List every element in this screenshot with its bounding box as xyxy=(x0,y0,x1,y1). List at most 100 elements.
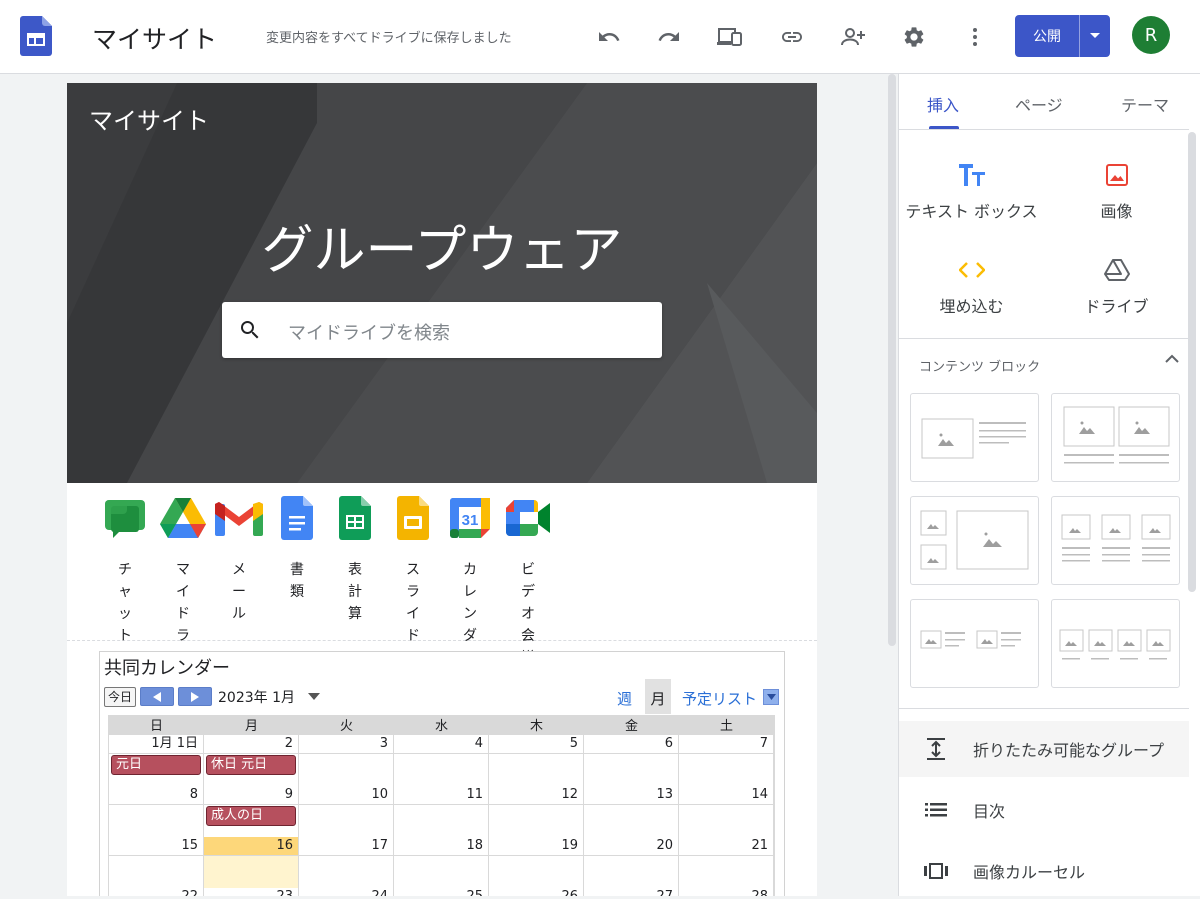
chevron-up-icon[interactable] xyxy=(1165,354,1179,363)
calendar-day-number[interactable]: 8 xyxy=(109,786,203,804)
month-dropdown-icon[interactable] xyxy=(308,693,320,700)
insert-image-carousel[interactable]: 画像カルーセル xyxy=(899,843,1189,899)
content-block-tile[interactable] xyxy=(910,599,1039,688)
preview-button[interactable] xyxy=(710,17,750,57)
calendar-month-tab[interactable]: 月 xyxy=(645,679,671,714)
calendar-day-number[interactable]: 22 xyxy=(109,888,203,896)
calendar-day-cell[interactable] xyxy=(489,754,583,786)
calendar-day-number[interactable]: 2 xyxy=(204,735,298,753)
app-slides[interactable]: スライド xyxy=(384,495,442,647)
calendar-day-number[interactable]: 11 xyxy=(394,786,488,804)
calendar-day-number[interactable]: 18 xyxy=(394,837,488,855)
calendar-next-button[interactable] xyxy=(178,687,212,706)
calendar-prev-button[interactable] xyxy=(140,687,174,706)
insert-drive[interactable]: ドライブ xyxy=(1044,255,1189,317)
calendar-day-number[interactable]: 3 xyxy=(299,735,393,753)
calendar-day-number[interactable]: 7 xyxy=(679,735,773,753)
avatar[interactable]: R xyxy=(1132,16,1170,54)
content-block-tile[interactable] xyxy=(1051,496,1180,585)
calendar-day-number[interactable]: 9 xyxy=(204,786,298,804)
drive-search-box[interactable]: マイドライブを検索 xyxy=(222,302,662,358)
calendar-day-cell[interactable] xyxy=(679,754,773,786)
calendar-day-cell[interactable] xyxy=(394,856,488,888)
calendar-event[interactable]: 元日 xyxy=(111,755,201,775)
calendar-day-cell[interactable] xyxy=(489,856,583,888)
app-chat[interactable]: チャット xyxy=(96,495,154,647)
app-docs[interactable]: 書類 xyxy=(268,495,326,603)
publish-button[interactable]: 公開 xyxy=(1015,15,1080,57)
calendar-day-number[interactable]: 17 xyxy=(299,837,393,855)
calendar-day-number[interactable]: 27 xyxy=(584,888,678,896)
calendar-day-number[interactable]: 1月 1日 xyxy=(109,735,203,753)
calendar-day-cell[interactable] xyxy=(679,805,773,837)
redo-button[interactable] xyxy=(649,17,689,57)
calendar-day-cell[interactable] xyxy=(394,805,488,837)
settings-button[interactable] xyxy=(894,17,934,57)
calendar-day-number[interactable]: 15 xyxy=(109,837,203,855)
google-sites-logo-icon[interactable] xyxy=(20,16,52,56)
tab-themes[interactable]: テーマ xyxy=(1121,92,1169,116)
content-block-tile[interactable] xyxy=(910,393,1039,482)
calendar-day-number[interactable]: 16 xyxy=(204,837,298,855)
calendar-day-number[interactable]: 19 xyxy=(489,837,583,855)
calendar-day-number[interactable]: 25 xyxy=(394,888,488,896)
calendar-event[interactable]: 成人の日 xyxy=(206,806,296,826)
calendar-day-number[interactable]: 10 xyxy=(299,786,393,804)
calendar-day-cell[interactable] xyxy=(299,754,393,786)
site-title[interactable]: マイサイト xyxy=(92,20,217,56)
undo-button[interactable] xyxy=(589,17,629,57)
tab-insert[interactable]: 挿入 xyxy=(927,92,959,116)
canvas-scrollbar[interactable] xyxy=(887,74,897,896)
calendar-day-number[interactable]: 20 xyxy=(584,837,678,855)
page-title[interactable]: グループウェア xyxy=(67,208,817,283)
calendar-week-tab[interactable]: 週 xyxy=(617,688,632,709)
calendar-day-number[interactable]: 24 xyxy=(299,888,393,896)
canvas-scrollbar-thumb[interactable] xyxy=(888,74,896,646)
content-block-tile[interactable] xyxy=(1051,599,1180,688)
calendar-day-cell[interactable] xyxy=(584,754,678,786)
insert-embed[interactable]: 埋め込む xyxy=(899,255,1044,317)
share-button[interactable] xyxy=(833,17,873,57)
calendar-day-cell[interactable] xyxy=(584,805,678,837)
calendar-day-number[interactable]: 14 xyxy=(679,786,773,804)
calendar-day-cell[interactable] xyxy=(489,805,583,837)
calendar-day-cell[interactable] xyxy=(679,856,773,888)
shared-calendar-embed[interactable]: 共同カレンダー 今日 2023年 1月 週 月 予定リスト 日月火水木金土 1月 … xyxy=(99,651,785,896)
calendar-day-cell[interactable] xyxy=(204,856,298,888)
insert-collapsible-group[interactable]: 折りたたみ可能なグループ xyxy=(899,721,1189,777)
hero-header[interactable]: マイサイト グループウェア マイドライブを検索 xyxy=(67,83,817,483)
calendar-today-button[interactable]: 今日 xyxy=(104,687,136,707)
calendar-day-number[interactable]: 12 xyxy=(489,786,583,804)
calendar-day-number[interactable]: 4 xyxy=(394,735,488,753)
app-mail[interactable]: メール xyxy=(210,495,268,625)
content-block-tile[interactable] xyxy=(1051,393,1180,482)
calendar-day-cell[interactable] xyxy=(109,805,203,837)
content-block-tile[interactable] xyxy=(910,496,1039,585)
calendar-day-cell[interactable] xyxy=(299,856,393,888)
calendar-event[interactable]: 休日 元日 xyxy=(206,755,296,775)
calendar-day-number[interactable]: 5 xyxy=(489,735,583,753)
agenda-dropdown-icon[interactable] xyxy=(763,689,779,705)
calendar-day-number[interactable]: 23 xyxy=(204,888,298,896)
calendar-day-cell[interactable] xyxy=(299,805,393,837)
more-options-button[interactable] xyxy=(955,17,995,57)
calendar-day-number[interactable]: 21 xyxy=(679,837,773,855)
insert-table-of-contents[interactable]: 目次 xyxy=(899,782,1189,838)
search-input[interactable]: マイドライブを検索 xyxy=(288,319,450,345)
calendar-day-number[interactable]: 13 xyxy=(584,786,678,804)
calendar-agenda-tab[interactable]: 予定リスト xyxy=(682,688,757,709)
app-calendar[interactable]: 31 カレンダー xyxy=(441,495,499,669)
insert-image[interactable]: 画像 xyxy=(1044,160,1189,222)
calendar-day-cell[interactable] xyxy=(109,856,203,888)
panel-scrollbar[interactable] xyxy=(1188,132,1196,592)
app-meet[interactable]: ビデオ会議 xyxy=(499,495,557,669)
calendar-day-cell[interactable] xyxy=(394,754,488,786)
calendar-day-number[interactable]: 28 xyxy=(679,888,773,896)
publish-options-button[interactable] xyxy=(1080,15,1110,57)
calendar-day-number[interactable]: 26 xyxy=(489,888,583,896)
tab-pages[interactable]: ページ xyxy=(1015,92,1063,116)
calendar-day-number[interactable]: 6 xyxy=(584,735,678,753)
calendar-day-cell[interactable] xyxy=(584,856,678,888)
copy-link-button[interactable] xyxy=(772,17,812,57)
insert-text-box[interactable]: テキスト ボックス xyxy=(899,160,1044,222)
